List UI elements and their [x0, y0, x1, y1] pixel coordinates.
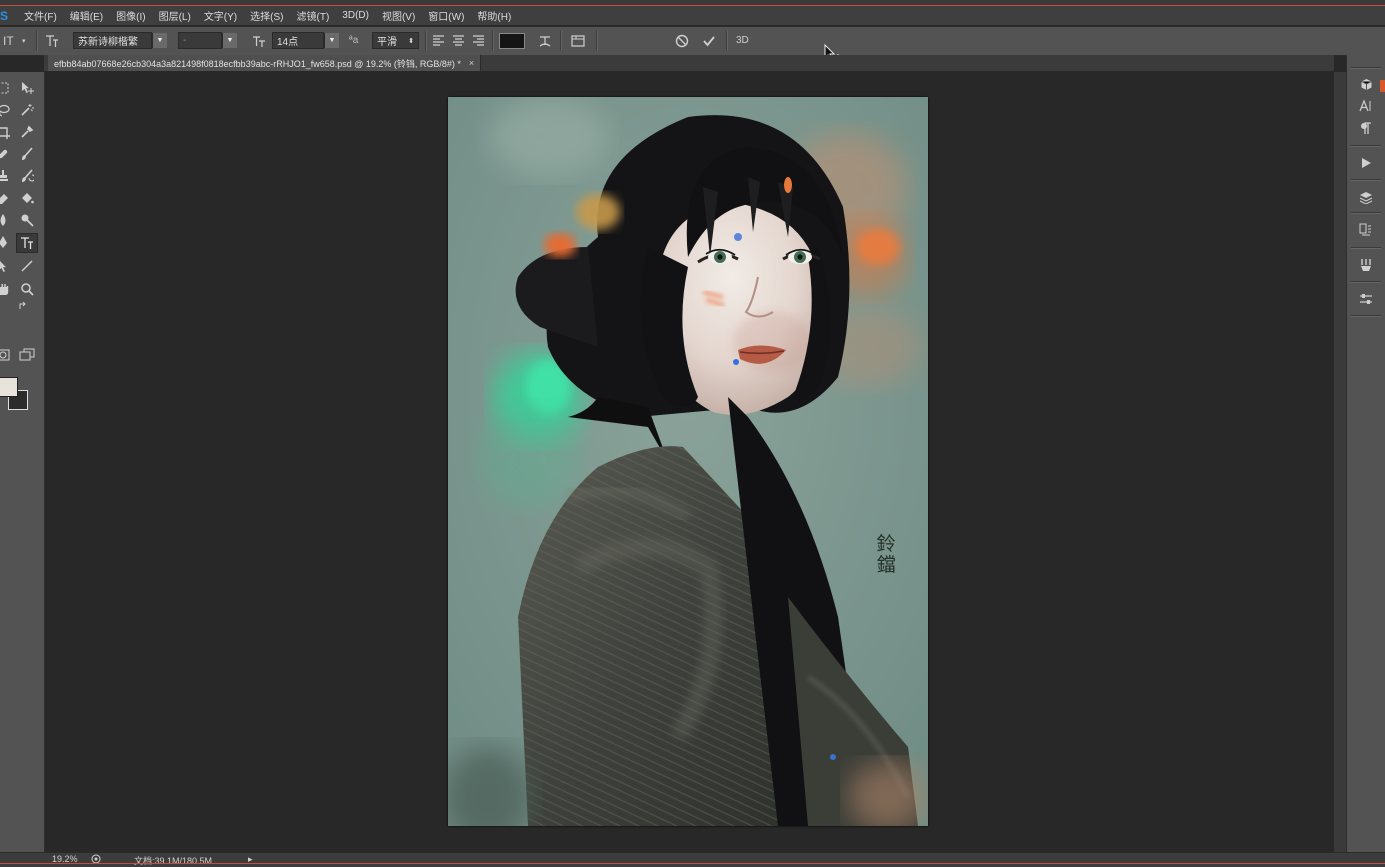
status-bar: 19.2% 文档:39.1M/180.5M ▸ [0, 852, 1385, 867]
menu-type[interactable]: 文字(Y) [204, 8, 237, 23]
antialias-icon: ªa [349, 35, 359, 46]
options-separator [560, 31, 562, 51]
type-tool-icon[interactable] [16, 233, 38, 253]
line-tool-icon[interactable] [18, 257, 36, 275]
cancel-icon[interactable] [675, 32, 689, 49]
eyedropper-tool-icon[interactable] [18, 123, 36, 141]
menu-filter[interactable]: 滤镜(T) [297, 8, 330, 23]
menu-layer[interactable]: 图层(L) [159, 8, 191, 23]
layers-icon[interactable] [1357, 188, 1375, 206]
lasso-tool-icon[interactable] [0, 101, 12, 119]
options-separator [492, 31, 494, 51]
history-brush-tool-icon[interactable] [18, 167, 36, 185]
options-separator [596, 31, 598, 51]
portrait-painting [448, 97, 928, 826]
eraser-tool-icon[interactable] [0, 189, 12, 207]
brush-tool-icon[interactable] [18, 145, 36, 163]
menu-view[interactable]: 视图(V) [382, 8, 415, 23]
pen-tool-icon[interactable] [0, 233, 12, 251]
dodge-tool-icon[interactable] [18, 211, 36, 229]
font-style-select[interactable]: - ▼ [178, 32, 237, 49]
paint-bucket-tool-icon[interactable] [18, 189, 36, 207]
right-panel-dock [1346, 55, 1385, 855]
font-size-value: 14点 [272, 32, 324, 49]
blur-tool-icon[interactable] [0, 211, 12, 229]
options-separator [425, 31, 427, 51]
chevron-down-icon[interactable]: ▼ [152, 33, 167, 48]
warp-text-icon[interactable] [538, 32, 552, 49]
status-preview-icon[interactable] [91, 854, 101, 866]
adjustments-sliders-icon[interactable] [1357, 290, 1375, 308]
close-icon[interactable]: × [469, 58, 474, 68]
antialias-select[interactable]: 平滑 ⬍ [372, 32, 419, 49]
clone-stamp-tool-icon[interactable] [0, 167, 12, 185]
artist-signature: 鈴鐺 [876, 533, 896, 576]
options-separator [726, 31, 728, 51]
font-family-value: 苏新诗柳楷繁 [73, 32, 152, 49]
photoshop-logo[interactable]: S [0, 9, 14, 23]
panel-accent-marker [1380, 80, 1385, 92]
stepper-icon: ⬍ [408, 37, 414, 45]
zoom-tool-icon[interactable] [18, 280, 36, 298]
font-size-select[interactable]: 14点 ▼ [272, 32, 339, 49]
brush-presets-icon[interactable] [1357, 256, 1375, 274]
preset-dropdown-icon[interactable]: ▾ [22, 32, 26, 49]
actions-play-icon[interactable] [1357, 154, 1375, 172]
hand-tool-icon[interactable] [0, 280, 12, 298]
type-tool-preset-icon[interactable]: IT [3, 32, 14, 49]
menu-edit[interactable]: 编辑(E) [70, 8, 103, 23]
font-style-value: - [178, 32, 222, 49]
chevron-down-icon[interactable]: ▼ [324, 33, 339, 48]
document-tab[interactable]: efbb84ab07668e26cb304a3a821498f0818ecfbb… [48, 55, 482, 71]
foreground-color-swatch[interactable] [0, 377, 18, 397]
menu-select[interactable]: 选择(S) [250, 8, 283, 23]
align-left-icon[interactable] [432, 32, 445, 49]
document-size-info: 文档:39.1M/180.5M [134, 856, 213, 866]
3d-button[interactable]: 3D [736, 32, 749, 49]
options-bar: IT ▾ 苏新诗柳楷繁 ▼ - ▼ 14点 ▼ ªa 平滑 ⬍ 3D [0, 26, 1385, 56]
text-color-value [499, 32, 525, 49]
commit-icon[interactable] [702, 32, 716, 49]
options-separator [36, 31, 38, 51]
move-tool-icon[interactable] [18, 79, 36, 97]
3d-cube-icon[interactable] [1357, 75, 1375, 93]
menu-3d[interactable]: 3D(D) [342, 10, 369, 21]
healing-brush-tool-icon[interactable] [0, 145, 12, 163]
window-bottom-edge [0, 863, 1385, 864]
screen-mode-icon[interactable] [18, 346, 36, 364]
magic-wand-tool-icon[interactable] [18, 101, 36, 119]
crop-tool-icon[interactable] [0, 123, 12, 141]
text-color-swatch[interactable] [499, 32, 525, 49]
font-family-select[interactable]: 苏新诗柳楷繁 ▼ [73, 32, 167, 49]
menu-bar: S 文件(F) 编辑(E) 图像(I) 图层(L) 文字(Y) 选择(S) 滤镜… [0, 6, 1385, 25]
document-tab-bar: efbb84ab07668e26cb304a3a821498f0818ecfbb… [44, 55, 1334, 71]
paragraph-icon[interactable] [1357, 119, 1375, 137]
align-right-icon[interactable] [472, 32, 485, 49]
font-size-icon [252, 32, 266, 49]
marquee-tool-icon[interactable] [0, 79, 12, 97]
align-center-icon[interactable] [452, 32, 465, 49]
path-selection-tool-icon[interactable] [0, 257, 12, 275]
menu-image[interactable]: 图像(I) [116, 8, 145, 23]
artwork-canvas[interactable]: 鈴鐺 [448, 97, 928, 826]
antialias-value: 平滑 [377, 37, 397, 48]
menu-window[interactable]: 窗口(W) [428, 8, 464, 23]
quick-mask-icon[interactable] [0, 346, 12, 364]
menu-file[interactable]: 文件(F) [24, 8, 57, 23]
character-panel-icon[interactable] [571, 32, 585, 49]
vertical-scrollbar[interactable] [1333, 72, 1346, 852]
swap-colors-icon[interactable] [16, 300, 30, 312]
chevron-down-icon[interactable]: ▼ [222, 33, 237, 48]
tools-panel [0, 72, 45, 862]
toggle-text-orientation-icon[interactable] [45, 32, 59, 49]
document-tab-title: efbb84ab07668e26cb304a3a821498f0818ecfbb… [54, 58, 461, 69]
menu-help[interactable]: 帮助(H) [477, 8, 511, 23]
history-icon[interactable] [1357, 221, 1375, 239]
character-panel-icon[interactable] [1357, 97, 1375, 115]
